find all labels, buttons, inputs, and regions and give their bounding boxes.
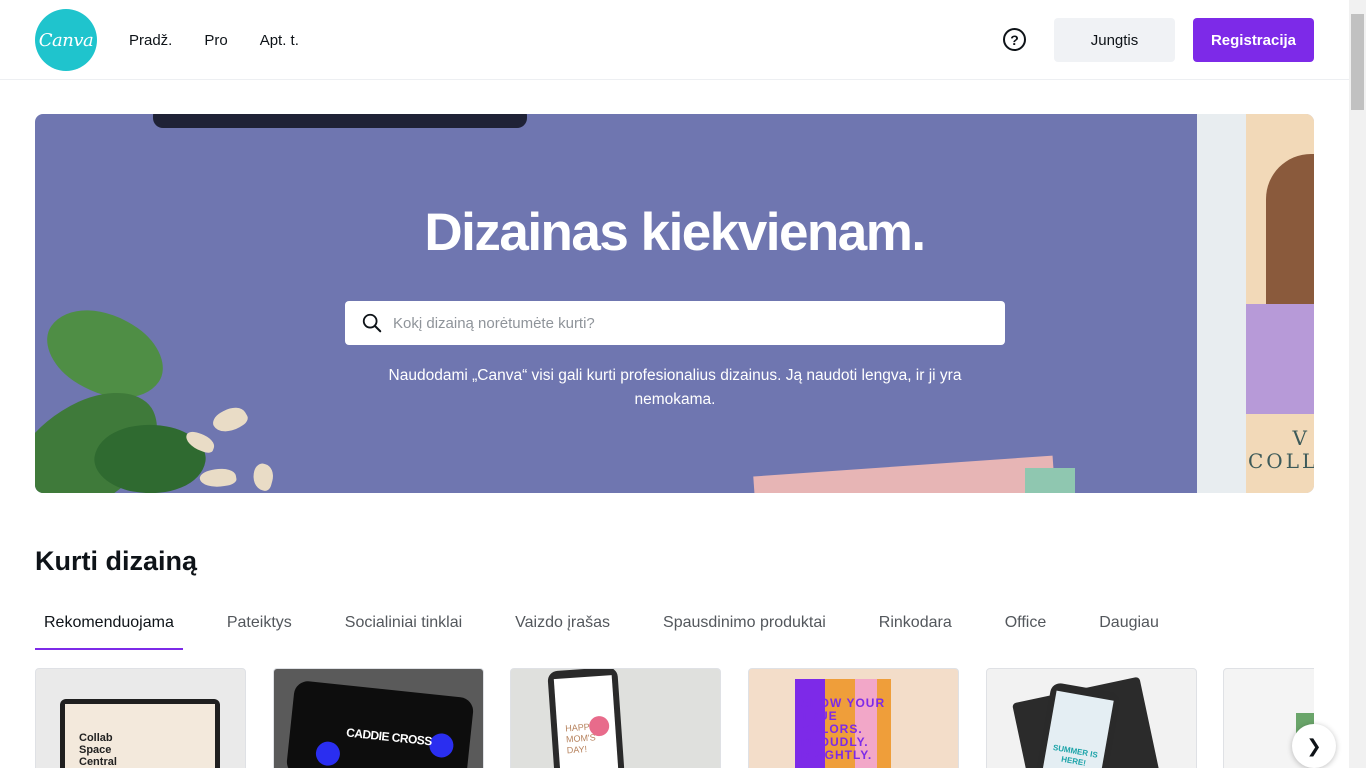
tab-video[interactable]: Vaizdo įrašas [506,604,619,650]
hero-pen-image [153,114,527,128]
laptop-thumbnail: Collab Space Central [60,699,220,768]
tab-marketing[interactable]: Rinkodara [870,604,961,650]
laptop-screen: Collab Space Central [65,704,215,768]
hero-title: Dizainas kiekvienam. [424,203,926,262]
card-thumbnail-text: Collab Space Central [79,732,117,768]
design-search-bar[interactable] [345,301,1005,345]
question-circle-icon[interactable]: ? [1003,28,1026,51]
tab-recommended[interactable]: Rekomenduojama [35,604,183,650]
category-tabs: Rekomenduojama Pateiktys Socialiniai tin… [35,604,1203,650]
decorative-dot [314,740,342,767]
nav-item-home[interactable]: Pradž. [129,32,172,49]
scrollbar-thumb[interactable] [1351,14,1364,110]
hero-photo-caption: V COLL [1248,426,1314,473]
design-card-instagram-story[interactable]: HAPPY MOM'S DAY! [510,668,721,768]
design-card-poster[interactable]: SHOW YOUR TRUE COLORS. PROUDLY. BRIGHTLY… [748,668,959,768]
search-input[interactable] [393,301,993,345]
page-scrollbar[interactable] [1349,0,1366,768]
phone-screen: SUMMER IS HERE! [1039,690,1114,768]
hero-photo-caption-line: V [1292,426,1310,450]
hero-chip-image [209,401,251,439]
top-header: Canva Pradž. Pro Apt. t. ? Jungtis Regis… [0,0,1349,80]
card-thumbnail-text: CADDIE CROSS [345,725,433,749]
canva-logo[interactable]: Canva [35,9,97,71]
tab-presentations[interactable]: Pateiktys [218,604,301,650]
design-cards-carousel: Collab Space Central CADDIE CROSS HAPPY … [35,668,1314,768]
chevron-right-icon: ❯ [1306,735,1322,756]
signup-button[interactable]: Registracija [1193,18,1314,62]
hero-subtitle: Naudodami „Canva“ visi gali kurti profes… [388,367,962,408]
login-button[interactable]: Jungtis [1054,18,1175,62]
nav-item-pro[interactable]: Pro [204,32,227,49]
phone-screen: HAPPY MOM'S DAY! [553,675,619,768]
phone-thumbnail: HAPPY MOM'S DAY! [547,669,625,768]
card-thumbnail-text: SUMMER IS HERE! [1052,742,1099,768]
phone-thumbnail: SUMMER IS HERE! [1032,681,1122,768]
tab-office[interactable]: Office [996,604,1056,650]
tab-more[interactable]: Daugiau [1090,604,1168,650]
carousel-next-button[interactable]: ❯ [1292,724,1336,768]
poster-thumbnail: SHOW YOUR TRUE COLORS. PROUDLY. BRIGHTLY… [795,679,891,768]
tab-social-media[interactable]: Socialiniai tinklai [336,604,471,650]
hero-photo-caption-line: COLL [1248,449,1314,473]
search-icon [362,313,382,333]
hero-chip-image [249,461,277,493]
section-title: Kurti dizainą [35,546,198,576]
hero-chip-image [198,466,238,490]
portrait-shirt [1246,304,1314,414]
hero-paper-image [753,455,1057,493]
hero-banner: V COLL Dizainas kiekvienam. Naudodami „C… [35,114,1314,493]
design-card-presentation[interactable]: Collab Space Central [35,668,246,768]
tablet-thumbnail: CADDIE CROSS [285,679,475,768]
design-card-phone-mockup[interactable]: SUMMER IS HERE! [986,668,1197,768]
main-nav: Pradž. Pro Apt. t. [129,0,331,80]
nav-item-learn[interactable]: Apt. t. [260,32,299,49]
tab-print-products[interactable]: Spausdinimo produktai [654,604,835,650]
card-thumbnail-text: SHOW YOUR TRUE COLORS. PROUDLY. BRIGHTLY… [801,696,886,762]
design-card-video[interactable]: CADDIE CROSS [273,668,484,768]
hero-paper-image [1025,468,1075,493]
